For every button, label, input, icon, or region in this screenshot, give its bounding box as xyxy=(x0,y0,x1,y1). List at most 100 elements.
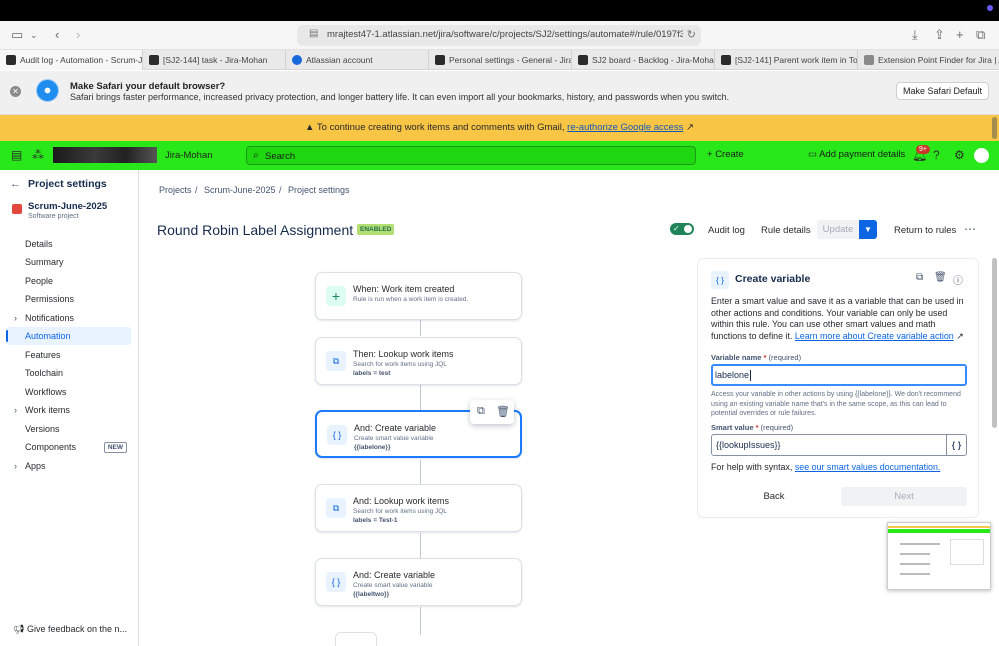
trash-icon[interactable]: 🗑︎ xyxy=(496,405,510,418)
tab-label: Personal settings - General - Jira-M... xyxy=(449,55,572,65)
page-title: Round Robin Label Assignment xyxy=(157,222,354,238)
back-button[interactable]: Back xyxy=(711,487,837,506)
back-icon[interactable]: ‹ xyxy=(55,27,59,43)
next-button[interactable]: Next xyxy=(841,487,967,506)
tab-sj2-board[interactable]: SJ2 board - Backlog - Jira-Mohan xyxy=(572,50,715,70)
braces-icon[interactable]: { } xyxy=(946,435,966,455)
reload-icon[interactable]: ↻ xyxy=(687,28,696,41)
tab-label: SJ2 board - Backlog - Jira-Mohan xyxy=(592,55,715,65)
card-title: Then: Lookup work items xyxy=(353,349,454,359)
audit-log-button[interactable]: Audit log xyxy=(708,225,745,236)
sidebar-item-features[interactable]: Features xyxy=(6,346,131,364)
learn-more-link[interactable]: Learn more about Create variable action xyxy=(795,331,954,341)
site-name[interactable]: Jira-Mohan xyxy=(165,150,213,161)
duplicate-icon[interactable]: ⧉ xyxy=(477,405,485,418)
card-subtitle: Rule is run when a work item is created. xyxy=(353,296,469,303)
chevron-down-icon[interactable]: ▼ xyxy=(859,220,877,239)
feedback-label: Give feedback on the n... xyxy=(26,624,128,634)
share-icon[interactable]: ⇪ xyxy=(934,27,945,43)
sidebar-item-notifications[interactable]: › Notifications xyxy=(6,309,131,327)
smart-value-input[interactable]: {{lookupIssues}} { } xyxy=(711,434,967,456)
update-button[interactable]: Update xyxy=(817,220,859,239)
breadcrumb-settings[interactable]: Project settings xyxy=(288,185,350,195)
tab-atlassian-account[interactable]: Atlassian account xyxy=(286,50,429,70)
return-to-rules-button[interactable]: Return to rules xyxy=(894,225,956,236)
make-safari-default-button[interactable]: Make Safari Default xyxy=(895,82,989,100)
card-subtitle: Search for work items using JQL xyxy=(353,508,447,515)
input-value: labelone xyxy=(715,370,750,380)
trigger-card[interactable]: + When: Work item created Rule is run wh… xyxy=(315,272,522,320)
external-link-icon: ↗ xyxy=(685,122,694,133)
sidebar-item-versions[interactable]: Versions xyxy=(6,420,131,438)
required-asterisk: * xyxy=(763,353,767,362)
rule-enabled-toggle[interactable]: ✓ xyxy=(670,223,694,235)
sidebar-item-automation[interactable]: Automation xyxy=(6,327,131,345)
panel-scrollbar[interactable] xyxy=(992,258,997,428)
card-title: And: Lookup work items xyxy=(353,496,450,506)
variable-name-input[interactable]: labelone xyxy=(711,364,967,386)
tab-overview-icon[interactable]: ⧉ xyxy=(976,27,985,43)
trash-icon[interactable]: 🗑︎ xyxy=(934,272,947,283)
help-icon[interactable]: ⓘ xyxy=(953,272,963,287)
jira-favicon-icon xyxy=(435,55,445,65)
sidebar-item-work-items[interactable]: › Work items xyxy=(6,401,131,419)
new-tab-icon[interactable]: + xyxy=(956,27,964,43)
breadcrumb-project[interactable]: Scrum-June-2025 xyxy=(204,185,276,195)
chevron-down-icon[interactable]: ⌄ xyxy=(30,27,38,43)
gear-icon[interactable]: ⚙ xyxy=(954,148,965,162)
back-arrow-icon[interactable]: ← xyxy=(10,178,21,190)
page-scrollbar[interactable] xyxy=(992,117,997,139)
action-card[interactable]: { } And: Create variable Create smart va… xyxy=(315,558,522,606)
status-badge: ENABLED xyxy=(357,224,395,235)
connector xyxy=(420,384,421,410)
screenshot-thumbnail[interactable] xyxy=(887,522,991,590)
sidebar-collapse-icon[interactable]: ▤ xyxy=(11,148,22,162)
sidebar-item-summary[interactable]: Summary xyxy=(6,253,131,271)
smart-values-doc-link[interactable]: see our smart values documentation. xyxy=(795,462,941,472)
thumb-line xyxy=(900,573,930,575)
action-card[interactable]: ⧉ Then: Lookup work items Search for wor… xyxy=(315,337,522,385)
sidebar-toggle-icon[interactable]: ▭ xyxy=(11,27,23,43)
help-icon[interactable]: ? xyxy=(933,148,940,162)
avatar[interactable] xyxy=(974,148,989,163)
sidebar-item-people[interactable]: People xyxy=(6,272,131,290)
sidebar-item-label: Summary xyxy=(25,257,64,267)
sidebar-item-apps[interactable]: › Apps xyxy=(6,457,131,475)
more-icon[interactable]: ⋯ xyxy=(964,222,976,236)
close-icon[interactable]: ✕ xyxy=(10,86,21,97)
duplicate-icon[interactable]: ⧉ xyxy=(916,272,923,283)
notification-badge: 9+ xyxy=(916,145,930,154)
sidebar-item-workflows[interactable]: Workflows xyxy=(6,383,131,401)
tab-label: Audit log - Automation - Scrum-Jun... xyxy=(20,55,143,65)
page-icon: ▤ xyxy=(309,28,319,39)
safari-default-banner: ✕ Make Safari your default browser? Safa… xyxy=(0,71,999,115)
create-button[interactable]: + Create xyxy=(707,149,744,160)
status-dot xyxy=(987,5,993,11)
download-icon[interactable]: ⤓ xyxy=(912,27,918,43)
breadcrumb-projects[interactable]: Projects xyxy=(159,185,192,195)
reauthorize-link[interactable]: re-authorize Google access xyxy=(567,122,683,133)
sidebar-item-permissions[interactable]: Permissions xyxy=(6,290,131,308)
site-logo[interactable] xyxy=(53,147,157,163)
tab-personal-settings[interactable]: Personal settings - General - Jira-M... xyxy=(429,50,572,70)
tab-sj2-144[interactable]: [SJ2-144] task - Jira-Mohan xyxy=(143,50,286,70)
sidebar-item-label: Versions xyxy=(25,424,60,434)
thumb-nav xyxy=(888,529,990,533)
sidebar-item-details[interactable]: Details xyxy=(6,235,131,253)
address-bar[interactable]: ▤ mrajtest47-1.atlassian.net/jira/softwa… xyxy=(297,25,701,46)
new-badge: NEW xyxy=(103,442,127,453)
action-card[interactable]: ⧉ And: Lookup work items Search for work… xyxy=(315,484,522,532)
sidebar-item-components[interactable]: Components NEW xyxy=(6,438,131,456)
sidebar-title: Project settings xyxy=(28,178,107,190)
tab-sj2-141[interactable]: [SJ2-141] Parent work item in To do... xyxy=(715,50,858,70)
tab-audit-log[interactable]: Audit log - Automation - Scrum-Jun... xyxy=(0,50,143,70)
add-payment-button[interactable]: ▭ Add payment details xyxy=(808,149,905,160)
sidebar-item-toolchain[interactable]: Toolchain xyxy=(6,364,131,382)
app-switcher-icon[interactable]: ⁂ xyxy=(32,148,44,162)
tab-extension-point-finder[interactable]: Extension Point Finder for Jira | Atla..… xyxy=(858,50,999,70)
rule-details-button[interactable]: Rule details xyxy=(761,225,811,236)
forward-icon[interactable]: › xyxy=(76,27,80,43)
give-feedback-button[interactable]: 📢︎ Give feedback on the n... xyxy=(13,624,127,635)
search-input[interactable]: ⌕ Search xyxy=(246,146,696,165)
card-title: And: Create variable xyxy=(353,570,436,580)
